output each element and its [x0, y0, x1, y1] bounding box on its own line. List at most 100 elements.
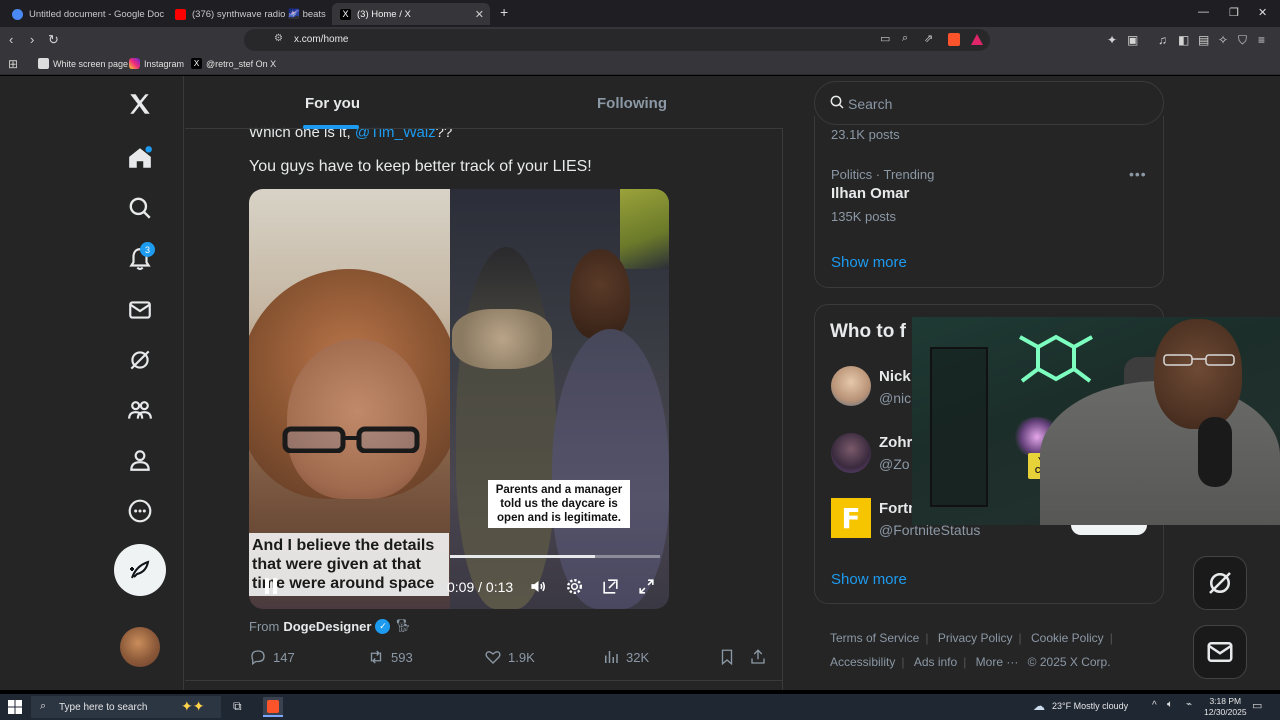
share-button[interactable] [749, 648, 767, 666]
zoom-icon[interactable]: ⌕ [902, 32, 908, 45]
repost-count: 593 [391, 649, 413, 665]
shelf [930, 347, 988, 507]
apps-grid-icon[interactable]: ⊞ [8, 57, 18, 71]
show-more-accounts-link[interactable]: Show more [831, 571, 907, 588]
notification-count-badge: 3 [140, 242, 155, 257]
tab-x-home[interactable]: X (3) Home / X ✕ [332, 3, 490, 25]
compose-post-button[interactable] [114, 544, 166, 596]
home-icon[interactable] [124, 142, 156, 174]
volume-icon[interactable] [527, 575, 549, 597]
close-window-button[interactable]: ✕ [1258, 6, 1267, 19]
heart-icon [485, 651, 501, 664]
tab-youtube[interactable]: (376) synthwave radio 🌌 beats t [167, 3, 327, 25]
reload-icon[interactable]: ↻ [48, 32, 59, 48]
volume-tray-icon[interactable]: 🔈︎ [1167, 699, 1173, 710]
account-name[interactable]: Nick [879, 368, 911, 385]
vpn-icon[interactable]: ⛉ [1238, 32, 1247, 48]
like-button[interactable]: 1.9K [484, 648, 535, 666]
tab-for-you[interactable]: For you [305, 95, 360, 112]
trend-name[interactable]: Ilhan Omar [831, 185, 909, 202]
account-avatar[interactable] [831, 366, 871, 406]
picture-in-picture-icon[interactable] [599, 575, 621, 597]
show-more-trends-link[interactable]: Show more [831, 254, 907, 271]
close-tab-icon[interactable]: ✕ [475, 8, 484, 21]
repost-button[interactable]: 593 [367, 648, 413, 666]
account-name[interactable]: Zohr [879, 434, 912, 451]
x-logo-icon[interactable] [124, 88, 156, 120]
messages-icon[interactable] [124, 294, 156, 326]
forward-icon[interactable]: › [30, 32, 34, 48]
fortnite-logo-icon[interactable]: F [831, 498, 871, 538]
account-handle: @Zo [879, 456, 910, 472]
fullscreen-icon[interactable] [635, 575, 657, 597]
minimize-button[interactable]: — [1198, 6, 1209, 18]
extensions-icon[interactable]: ✦ [1107, 32, 1117, 48]
media-icon[interactable]: ♫ [1158, 32, 1167, 48]
network-icon[interactable]: ⌁ [1186, 699, 1192, 710]
account-avatar[interactable] [831, 433, 871, 473]
messages-float-button[interactable] [1193, 625, 1247, 679]
sidebar-icon[interactable]: ◧ [1178, 32, 1189, 48]
grok-icon[interactable] [124, 344, 156, 376]
settings-gear-icon[interactable] [563, 575, 585, 597]
bookmark-instagram[interactable]: Instagram [129, 58, 184, 69]
communities-icon[interactable] [124, 394, 156, 426]
footer-link[interactable]: Accessibility [830, 650, 895, 674]
address-bar[interactable]: ⚙ x.com/home ▭ ⌕ ⇗ [244, 29, 990, 51]
video-player[interactable]: Parents and a manager told us the daycar… [249, 189, 669, 609]
brave-rewards-icon[interactable] [971, 34, 983, 45]
leo-ai-icon[interactable]: ✧ [1218, 32, 1228, 48]
new-tab-button[interactable]: + [500, 4, 508, 20]
show-hidden-icons[interactable]: ^ [1152, 700, 1157, 711]
bookmark-white-screen[interactable]: White screen page [38, 58, 128, 69]
screenshot-icon[interactable]: ▣ [1127, 32, 1138, 48]
notification-center-icon[interactable]: ▭ [1252, 699, 1262, 712]
taskbar-search[interactable]: ⌕ Type here to search ✦✦ [31, 696, 221, 718]
tab-following[interactable]: Following [597, 95, 667, 112]
windows-start-icon[interactable] [8, 700, 22, 714]
grok-float-button[interactable] [1193, 556, 1247, 610]
share-icon[interactable]: ⇗ [924, 32, 933, 45]
footer-link[interactable]: Terms of Service [830, 626, 919, 650]
search-nav-icon[interactable] [124, 192, 156, 224]
footer-link[interactable]: Ads info [914, 650, 957, 674]
x-icon: X [191, 58, 202, 69]
footer-link[interactable]: More ··· [976, 650, 1019, 674]
profile-icon[interactable] [124, 444, 156, 476]
restore-button[interactable]: ❐ [1229, 6, 1239, 19]
source-username[interactable]: DogeDesigner [283, 619, 371, 634]
video-caption-right: Parents and a manager told us the daycar… [488, 480, 630, 528]
views-button[interactable]: 32K [602, 648, 649, 666]
cast-icon[interactable]: ▭ [880, 32, 890, 45]
footer-link[interactable]: Cookie Policy [1031, 626, 1104, 650]
clock-date: 12/30/2025 [1204, 707, 1247, 717]
brave-taskbar-button[interactable] [263, 697, 283, 717]
more-icon[interactable] [124, 495, 156, 527]
back-icon[interactable]: ‹ [9, 32, 13, 48]
microphone [1198, 417, 1232, 487]
bookmark-button[interactable] [718, 648, 736, 666]
site-settings-icon[interactable]: ⚙ [274, 33, 283, 44]
weather-text[interactable]: 23°F Mostly cloudy [1052, 701, 1128, 711]
bookmark-retro-stef[interactable]: X @retro_stef On X [191, 58, 276, 69]
repost-icon [370, 650, 382, 664]
url-text[interactable]: x.com/home [294, 34, 348, 45]
account-avatar[interactable] [120, 627, 160, 667]
task-view-icon[interactable]: ⧉ [233, 699, 242, 714]
wallet-icon[interactable]: ▤ [1198, 32, 1209, 48]
taskbar-search-placeholder: Type here to search [59, 701, 148, 713]
browser-toolbar: ‹ › ↻ 🔖︎ ⚙ x.com/home ▭ ⌕ ⇗ ✦ ▣ ♫ ◧ ▤ ✧ … [0, 27, 1280, 53]
tab-label: Untitled document - Google Docs [29, 8, 164, 20]
reply-button[interactable]: 147 [249, 648, 295, 666]
taskbar-clock[interactable]: 3:18 PM 12/30/2025 [1204, 696, 1247, 718]
browser-tab-bar: Untitled document - Google Docs (376) sy… [0, 0, 1280, 27]
brave-shields-icon[interactable] [948, 33, 960, 46]
tab-google-docs[interactable]: Untitled document - Google Docs [4, 3, 164, 25]
more-options-icon[interactable]: ••• [1129, 166, 1147, 182]
video-progress-bar[interactable] [450, 555, 660, 558]
menu-icon[interactable]: ≡ [1258, 32, 1265, 48]
footer-link[interactable]: Privacy Policy [938, 626, 1013, 650]
video-progress-fill [450, 555, 595, 558]
search-input[interactable]: Search [814, 81, 1164, 125]
pause-icon[interactable] [263, 577, 279, 600]
